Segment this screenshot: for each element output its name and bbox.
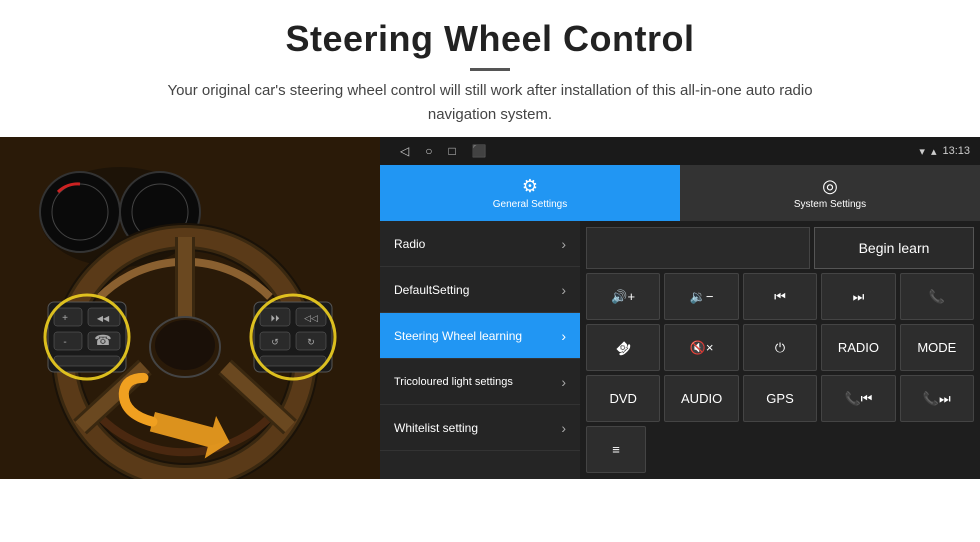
- tab-system[interactable]: ◎ System Settings: [680, 165, 980, 221]
- left-menu: Radio › DefaultSetting › Steering Wheel …: [380, 221, 580, 479]
- radio-button[interactable]: RADIO: [821, 324, 895, 371]
- audio-button[interactable]: AUDIO: [664, 375, 738, 422]
- menu-icon-button[interactable]: ≡: [586, 426, 646, 473]
- dvd-label: DVD: [609, 391, 636, 406]
- page-header: Steering Wheel Control Your original car…: [0, 0, 980, 137]
- svg-text:↺: ↺: [271, 337, 279, 347]
- menu-item-default[interactable]: DefaultSetting ›: [380, 267, 580, 313]
- power-button[interactable]: ⏻: [743, 324, 817, 371]
- controls-grid: 🔊+ 🔉− ⏮ ⏭ 📞: [586, 273, 974, 473]
- audio-label: AUDIO: [681, 391, 722, 406]
- menu-steering-chevron: ›: [561, 328, 566, 344]
- btn-row-3: DVD AUDIO GPS 📞⏮ 📞⏭: [586, 375, 974, 422]
- hang-up-button[interactable]: ☎: [586, 324, 660, 371]
- nav-icons: ◁ ○ □ ⬛: [400, 144, 487, 158]
- menu-default-chevron: ›: [561, 282, 566, 298]
- signal-icon: ▴: [931, 145, 937, 158]
- menu-whitelist-label: Whitelist setting: [394, 421, 478, 435]
- mode-label: MODE: [917, 340, 956, 355]
- tel-prev-button[interactable]: 📞⏮: [821, 375, 895, 422]
- general-settings-icon: ⚙: [522, 176, 538, 197]
- right-controls: Begin learn 🔊+ 🔉− ⏮: [580, 221, 980, 479]
- status-bar: ◁ ○ □ ⬛ ▾ ▴ 13:13: [380, 137, 980, 165]
- mute-icon: 🔇×: [690, 340, 714, 356]
- menu-radio-label: Radio: [394, 237, 425, 251]
- mode-button[interactable]: MODE: [900, 324, 974, 371]
- radio-label: RADIO: [838, 340, 879, 355]
- tel-next-icon: 📞⏭: [923, 391, 951, 407]
- btn-row-4: ≡: [586, 426, 974, 473]
- phone-icon: 📞: [929, 289, 945, 305]
- menu-tricolour-chevron: ›: [561, 374, 566, 390]
- menu-item-tricolour[interactable]: Tricoloured light settings ›: [380, 359, 580, 405]
- prev-track-button[interactable]: ⏮: [743, 273, 817, 320]
- menu-item-radio[interactable]: Radio ›: [380, 221, 580, 267]
- menu-list-icon: ≡: [612, 442, 620, 457]
- prev-track-icon: ⏮: [774, 289, 786, 305]
- screenshot-icon[interactable]: ⬛: [472, 144, 487, 158]
- main-content: + - ◀◀ ☎ ⏵⏵ ◁◁ ↺ ↻: [0, 137, 980, 479]
- btn-row-2: ☎ 🔇× ⏻ RADIO MODE: [586, 324, 974, 371]
- svg-text:☎: ☎: [94, 332, 111, 348]
- hang-up-icon: ☎: [612, 336, 635, 359]
- home-icon[interactable]: ○: [425, 144, 432, 158]
- mute-button[interactable]: 🔇×: [664, 324, 738, 371]
- vol-up-button[interactable]: 🔊+: [586, 273, 660, 320]
- next-track-button[interactable]: ⏭: [821, 273, 895, 320]
- tel-prev-icon: 📞⏮: [844, 391, 872, 407]
- next-track-icon: ⏭: [853, 289, 865, 305]
- svg-text:-: -: [63, 337, 66, 348]
- begin-learn-button[interactable]: Begin learn: [814, 227, 974, 269]
- svg-text:◀◀: ◀◀: [97, 314, 110, 323]
- system-settings-icon: ◎: [822, 176, 838, 197]
- svg-text:◁◁: ◁◁: [304, 313, 318, 323]
- menu-steering-label: Steering Wheel learning: [394, 329, 522, 343]
- learn-input-field[interactable]: [586, 227, 810, 269]
- menu-item-whitelist[interactable]: Whitelist setting ›: [380, 405, 580, 451]
- btn-row-1: 🔊+ 🔉− ⏮ ⏭ 📞: [586, 273, 974, 320]
- menu-tricolour-label: Tricoloured light settings: [394, 376, 513, 388]
- tab-general-label: General Settings: [493, 199, 568, 210]
- phone-button[interactable]: 📞: [900, 273, 974, 320]
- android-ui: ◁ ○ □ ⬛ ▾ ▴ 13:13 ⚙ General Settings ◎ S…: [380, 137, 980, 479]
- svg-text:↻: ↻: [307, 337, 315, 347]
- menu-default-label: DefaultSetting: [394, 283, 469, 297]
- steering-wheel-bg: + - ◀◀ ☎ ⏵⏵ ◁◁ ↺ ↻: [0, 137, 380, 479]
- gps-label: GPS: [766, 391, 793, 406]
- header-divider: [470, 68, 510, 71]
- content-area: Radio › DefaultSetting › Steering Wheel …: [380, 221, 980, 479]
- svg-text:⏵⏵: ⏵⏵: [270, 313, 280, 323]
- menu-item-steering[interactable]: Steering Wheel learning ›: [380, 313, 580, 359]
- status-right: ▾ ▴ 13:13: [919, 145, 970, 158]
- dvd-button[interactable]: DVD: [586, 375, 660, 422]
- vol-up-icon: 🔊+: [611, 289, 635, 305]
- car-image-area: + - ◀◀ ☎ ⏵⏵ ◁◁ ↺ ↻: [0, 137, 380, 479]
- tab-bar: ⚙ General Settings ◎ System Settings: [380, 165, 980, 221]
- vol-down-icon: 🔉−: [690, 289, 714, 305]
- menu-whitelist-chevron: ›: [561, 420, 566, 436]
- tel-next-button[interactable]: 📞⏭: [900, 375, 974, 422]
- tab-system-label: System Settings: [794, 199, 866, 210]
- time-display: 13:13: [942, 145, 970, 157]
- vol-down-button[interactable]: 🔉−: [664, 273, 738, 320]
- page-title: Steering Wheel Control: [20, 18, 960, 60]
- header-description: Your original car's steering wheel contr…: [140, 79, 840, 127]
- menu-radio-chevron: ›: [561, 236, 566, 252]
- svg-text:+: +: [62, 313, 68, 324]
- wifi-icon: ▾: [919, 145, 925, 158]
- begin-learn-row: Begin learn: [586, 227, 974, 269]
- back-icon[interactable]: ◁: [400, 144, 409, 158]
- tab-general[interactable]: ⚙ General Settings: [380, 165, 680, 221]
- power-icon: ⏻: [775, 340, 785, 356]
- recents-icon[interactable]: □: [448, 144, 455, 158]
- gps-button[interactable]: GPS: [743, 375, 817, 422]
